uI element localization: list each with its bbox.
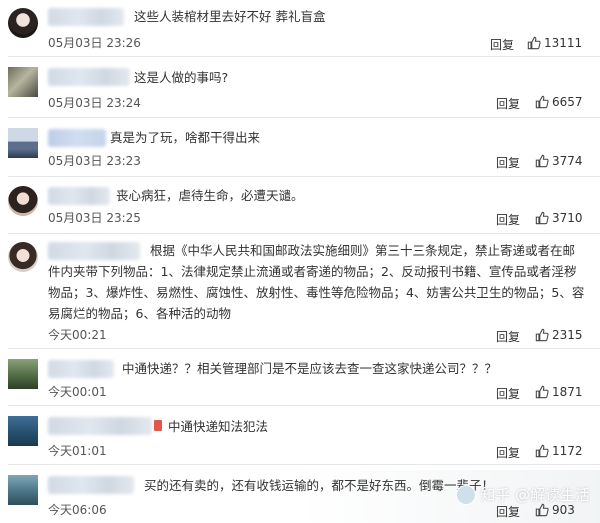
avatar[interactable] <box>8 186 38 216</box>
comment-time: 05月03日 23:25 <box>48 211 141 225</box>
watermark-avatar <box>456 484 477 505</box>
comment-time: 今天01:01 <box>48 444 107 458</box>
comment-text: 中通快递？？相关管理部门是不是应该去查一查这家快递公司？？？ <box>122 361 498 376</box>
thumbs-up-icon <box>535 444 549 458</box>
avatar[interactable] <box>8 128 38 158</box>
comment-item: 真是为了玩，啥都干得出来 05月03日 23:23 回复 3774 <box>0 118 600 176</box>
username-blurred[interactable] <box>48 8 124 26</box>
comment-item: 丧心病狂，虐待生命，必遭天谴。 05月03日 23:25 回复 3710 <box>0 177 600 233</box>
thumbs-up-icon <box>535 211 549 225</box>
badge-icon <box>154 420 162 431</box>
like-count: 1172 <box>552 444 583 458</box>
comment-item: 中通快递知法犯法 今天01:01 回复 1172 <box>0 406 600 464</box>
like-count: 903 <box>552 503 575 517</box>
comment-text: 真是为了玩，啥都干得出来 <box>110 130 261 145</box>
reply-button[interactable]: 回复 <box>490 36 514 53</box>
comment-item: 根据《中华人民共和国邮政法实施细则》第三十三条规定，禁止寄递或者在邮件内夹带下列… <box>0 234 600 348</box>
username-blurred[interactable] <box>48 360 114 378</box>
comment-text: 这是人做的事吗? <box>134 70 229 85</box>
thumbs-up-icon <box>535 154 549 168</box>
thumbs-up-icon <box>535 328 549 342</box>
comment-text: 中通快递知法犯法 <box>168 419 269 434</box>
thumbs-up-icon <box>535 503 549 517</box>
like-count: 1871 <box>552 385 583 399</box>
comment-text: 这些人装棺材里去好不好 葬礼盲盒 <box>134 9 326 24</box>
username-blurred[interactable] <box>48 417 152 435</box>
avatar[interactable] <box>8 416 38 446</box>
reply-button[interactable]: 回复 <box>496 444 520 461</box>
avatar[interactable] <box>8 242 38 272</box>
avatar[interactable] <box>8 359 38 389</box>
like-count: 6657 <box>552 95 583 109</box>
like-button[interactable]: 3774 <box>535 154 583 168</box>
reply-button[interactable]: 回复 <box>496 328 520 345</box>
reply-button[interactable]: 回复 <box>496 385 520 402</box>
reply-button[interactable]: 回复 <box>496 211 520 228</box>
comment-time: 今天00:21 <box>48 328 107 342</box>
comment-item: 这些人装棺材里去好不好 葬礼盲盒 05月03日 23:26 回复 13111 <box>0 0 600 56</box>
like-button[interactable]: 1172 <box>535 444 583 458</box>
like-button[interactable]: 2315 <box>535 328 583 342</box>
like-button[interactable]: 903 <box>535 503 575 517</box>
watermark-text: 知乎 @解读生活 <box>480 486 590 504</box>
comment-time: 05月03日 23:23 <box>48 154 141 168</box>
comment-time: 05月03日 23:26 <box>48 36 141 50</box>
comment-time: 今天06:06 <box>48 503 107 517</box>
comment-item: 这是人做的事吗? 05月03日 23:24 回复 6657 <box>0 57 600 117</box>
like-button[interactable]: 1871 <box>535 385 583 399</box>
reply-button[interactable]: 回复 <box>496 503 520 520</box>
reply-button[interactable]: 回复 <box>496 154 520 171</box>
comment-text: 根据《中华人民共和国邮政法实施细则》第三十三条规定，禁止寄递或者在邮件内夹带下列… <box>48 243 585 321</box>
thumbs-up-icon <box>535 95 549 109</box>
watermark: 知乎 @解读生活 <box>456 484 590 505</box>
like-button[interactable]: 3710 <box>535 211 583 225</box>
username-blurred[interactable] <box>48 68 130 86</box>
avatar[interactable] <box>8 67 38 97</box>
username-blurred[interactable] <box>48 476 134 494</box>
like-count: 2315 <box>552 328 583 342</box>
comment-time: 今天00:01 <box>48 385 107 399</box>
like-count: 13111 <box>544 36 583 50</box>
comment-text: 丧心病狂，虐待生命，必遭天谴。 <box>116 188 304 203</box>
avatar[interactable] <box>8 475 38 505</box>
like-button[interactable]: 13111 <box>527 36 582 50</box>
avatar[interactable] <box>8 8 38 38</box>
username-blurred[interactable] <box>48 129 106 147</box>
reply-button[interactable]: 回复 <box>496 95 520 112</box>
like-count: 3774 <box>552 154 583 168</box>
comment-item: 中通快递？？相关管理部门是不是应该去查一查这家快递公司？？？ 今天00:01 回… <box>0 349 600 405</box>
like-count: 3710 <box>552 211 583 225</box>
like-button[interactable]: 6657 <box>535 95 583 109</box>
username-blurred[interactable] <box>48 187 110 205</box>
thumbs-up-icon <box>527 36 541 50</box>
thumbs-up-icon <box>535 385 549 399</box>
comment-time: 05月03日 23:24 <box>48 96 141 110</box>
